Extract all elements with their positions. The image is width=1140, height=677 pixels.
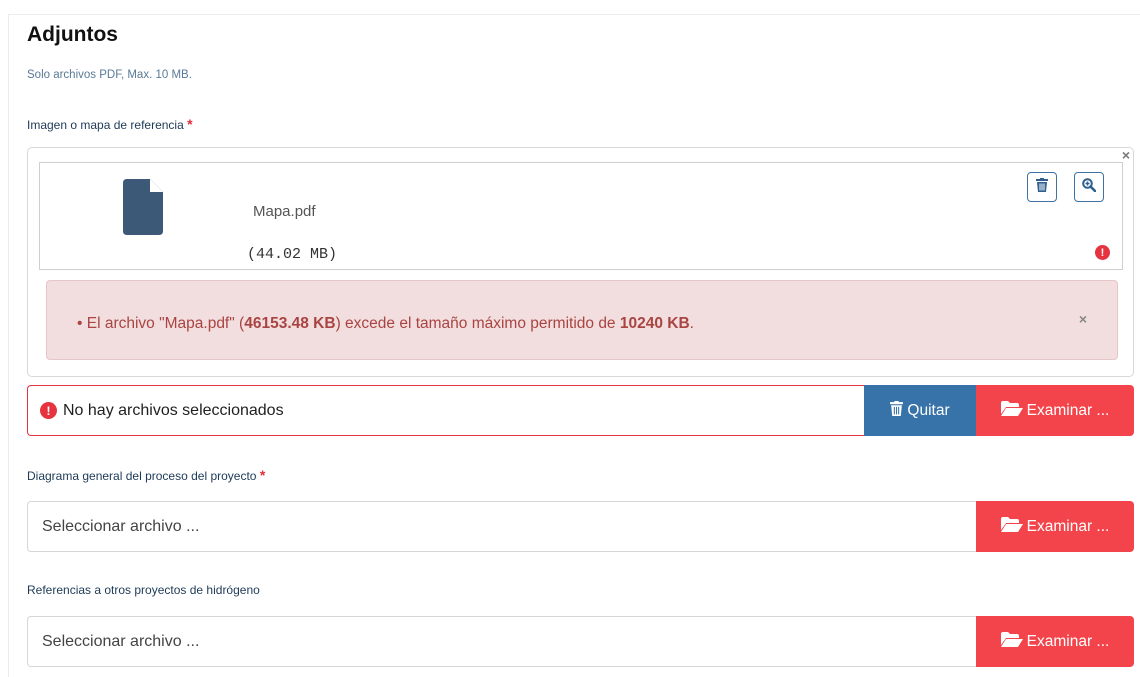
alert-file-size: 46153.48 KB (244, 315, 336, 332)
file-name: Mapa.pdf (253, 203, 316, 220)
alert-text-part-3: . (689, 315, 694, 332)
file-icon (123, 179, 163, 240)
close-preview-icon[interactable]: × (1122, 147, 1130, 163)
alert-message: • El archivo "Mapa.pdf" (46153.48 KB) ex… (77, 315, 694, 333)
browse-button-label: Examinar ... (1026, 632, 1110, 650)
alert-text-part-1: El archivo "Mapa.pdf" ( (86, 315, 245, 332)
field-label-hydrogen-references: Referencias a otros proyectos de hidróge… (27, 583, 260, 597)
trash-icon (1036, 177, 1048, 197)
reference-map-file-caption[interactable]: ! No hay archivos seleccionados (27, 385, 864, 436)
hydrogen-references-file-caption[interactable]: Seleccionar archivo ... (27, 616, 976, 667)
folder-open-icon (1000, 631, 1023, 652)
field-label-text: Imagen o mapa de referencia (27, 118, 184, 132)
hydrogen-references-file-input-group: Seleccionar archivo ... Examinar ... (27, 616, 1134, 667)
field-label-text: Diagrama general del proceso del proyect… (27, 469, 257, 483)
browse-button-label: Examinar ... (1026, 401, 1110, 419)
alert-bullet: • (77, 315, 83, 332)
file-caption-text: No hay archivos seleccionados (63, 401, 284, 419)
browse-button-hydrogen-references[interactable]: Examinar ... (976, 616, 1134, 667)
delete-file-button[interactable] (1027, 172, 1057, 202)
browse-button-reference-map[interactable]: Examinar ... (976, 385, 1134, 436)
close-alert-icon[interactable]: × (1079, 311, 1087, 327)
alert-max-size: 10240 KB (619, 315, 690, 332)
field-label-reference-map: Imagen o mapa de referencia * (27, 116, 193, 132)
zoom-file-button[interactable] (1074, 172, 1104, 202)
file-preview-box: × Mapa.pdf (44.02 MB) ! • El archivo "Ma… (27, 147, 1134, 377)
remove-button-label: Quitar (907, 401, 950, 419)
exclamation-circle-icon: ! (40, 402, 57, 419)
file-error-icon: ! (1095, 245, 1110, 260)
required-mark: * (187, 116, 193, 132)
section-title: Adjuntos (27, 23, 118, 46)
file-caption-placeholder: Seleccionar archivo ... (42, 632, 200, 650)
process-diagram-file-input-group: Seleccionar archivo ... Examinar ... (27, 501, 1134, 552)
browse-button-label: Examinar ... (1026, 517, 1110, 535)
reference-map-file-input-group: ! No hay archivos seleccionados Quitar E… (27, 385, 1134, 436)
upload-hint: Solo archivos PDF, Max. 10 MB. (27, 69, 192, 81)
field-label-process-diagram: Diagrama general del proceso del proyect… (27, 467, 265, 483)
file-size: (44.02 MB) (247, 246, 338, 263)
field-label-text: Referencias a otros proyectos de hidróge… (27, 583, 260, 597)
process-diagram-file-caption[interactable]: Seleccionar archivo ... (27, 501, 976, 552)
alert-text-part-2: ) excede el tamaño máximo permitido de (335, 315, 620, 332)
remove-button[interactable]: Quitar (864, 385, 976, 436)
zoom-in-icon (1082, 177, 1097, 197)
file-preview-frame: Mapa.pdf (44.02 MB) ! (39, 162, 1123, 270)
trash-icon (890, 400, 904, 421)
file-size-error-alert: • El archivo "Mapa.pdf" (46153.48 KB) ex… (46, 280, 1118, 360)
folder-open-icon (1000, 516, 1023, 537)
file-caption-placeholder: Seleccionar archivo ... (42, 517, 200, 535)
folder-open-icon (1000, 400, 1023, 421)
browse-button-process-diagram[interactable]: Examinar ... (976, 501, 1134, 552)
required-mark: * (259, 467, 266, 483)
